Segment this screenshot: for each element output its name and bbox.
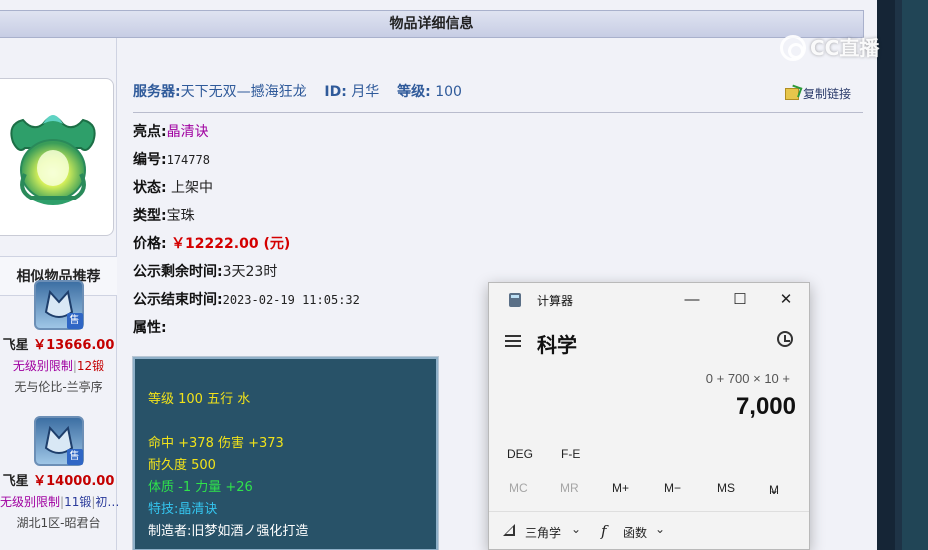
calculator-app-icon	[509, 293, 521, 307]
ms-button[interactable]: MS	[717, 481, 735, 495]
hamburger-menu-icon[interactable]	[505, 335, 521, 347]
history-icon[interactable]	[777, 331, 793, 347]
chevron-down-icon: ⌄	[769, 483, 780, 497]
minimize-button[interactable]: —	[677, 289, 707, 311]
angle-mode-row: DEG F-E	[489, 443, 809, 465]
id-value: 月华	[351, 84, 380, 100]
mc-button[interactable]: MC	[509, 481, 528, 495]
detail-row-price: 价格: ￥12222.00 (元)	[133, 236, 291, 252]
treasure-orb-icon	[10, 115, 96, 205]
server-line: 服务器:天下无双—撼海狂龙 ID: 月华 等级: 100 复制链接	[133, 81, 863, 113]
m-minus-button[interactable]: M−	[664, 481, 681, 495]
close-button[interactable]: ✕	[771, 289, 801, 311]
memory-row: MC MR M+ M− MS M ⌄	[509, 481, 780, 497]
level-value: 100	[435, 84, 462, 100]
page-title: 物品详细信息	[0, 10, 864, 38]
calculator-header: 科学	[489, 323, 809, 359]
attribute-panel: 等级 100 五行 水 命中 +378 伤害 +373 耐久度 500 体质 -…	[132, 356, 439, 550]
detail-row-number: 编号:174778	[133, 152, 210, 168]
calculator-result: 7,000	[735, 393, 796, 420]
id-label: ID:	[324, 84, 347, 100]
deg-button[interactable]: DEG	[507, 447, 533, 461]
item-thumbnail-icon[interactable]: 售	[33, 416, 84, 466]
detail-row-remaining: 公示剩余时间:3天23时	[133, 264, 278, 280]
calculator-window[interactable]: 计算器 — ☐ ✕ 科学 0 + 700 × 10 + 7,000 DEG F-…	[488, 282, 810, 550]
sale-badge: 售	[66, 449, 83, 465]
detail-rows: 亮点:晶清诀 编号:174778 状态: 上架中 类型:宝珠 价格: ￥1222…	[133, 122, 360, 346]
m-plus-button[interactable]: M+	[612, 481, 629, 495]
copy-link-button[interactable]: 复制链接	[784, 85, 851, 102]
recommend-limit: 无级别限制|12锻	[12, 359, 105, 373]
calculator-bottom-bar: 三角学 ⌄ f 函数 ⌄	[489, 511, 809, 549]
right-dark-panel	[877, 0, 928, 550]
server-value: 天下无双—撼海狂龙	[180, 84, 307, 100]
item-image	[0, 78, 114, 236]
calculator-titlebar[interactable]: 计算器 — ☐ ✕	[489, 283, 809, 317]
item-thumbnail-icon[interactable]: 售	[33, 280, 84, 330]
detail-row-type: 类型:宝珠	[133, 208, 195, 224]
watermark: CC直播	[780, 32, 898, 68]
mr-button[interactable]: MR	[560, 481, 579, 495]
recommend-item-2[interactable]: 售 飞星 ￥14000.00 无级别限制|11锻|初… 湖北1区-昭君台	[0, 416, 120, 531]
level-label: 等级:	[397, 84, 431, 100]
recommend-item-1[interactable]: 售 飞星 ￥13666.00 无级别限制|12锻 无与伦比-兰亭序	[0, 280, 117, 395]
recommend-price: 飞星 ￥14000.00	[2, 474, 115, 489]
cc-logo-icon	[780, 35, 806, 61]
attr-level: 等级 100 五行 水	[148, 392, 251, 407]
left-column: 相似物品推荐 售 飞星 ￥13666.00 无级别限制|12锻 无与伦比-兰亭序…	[0, 38, 120, 550]
chevron-down-icon: ⌄	[655, 522, 666, 536]
attr-durability: 耐久度 500	[148, 458, 216, 473]
server-label: 服务器:	[133, 84, 181, 100]
fe-button[interactable]: F-E	[561, 447, 580, 461]
detail-row-highlight: 亮点:晶清诀	[133, 124, 209, 140]
chevron-down-icon: ⌄	[571, 522, 582, 536]
function-dropdown[interactable]: 函数	[623, 524, 647, 541]
recommend-server[interactable]: 湖北1区-昭君台	[0, 514, 117, 531]
recommend-server[interactable]: 无与伦比-兰亭序	[0, 378, 117, 395]
function-icon: f	[601, 522, 607, 540]
calculator-mode: 科学	[537, 335, 577, 357]
attr-hit-damage: 命中 +378 伤害 +373	[148, 436, 284, 451]
recommend-price: 飞星 ￥13666.00	[2, 338, 115, 353]
copy-link-icon	[784, 88, 799, 100]
attr-stats: 体质 -1 力量 +26	[148, 480, 253, 495]
detail-row-end-time: 公示结束时间:2023-02-19 11:05:32	[133, 292, 360, 308]
calculator-title: 计算器	[537, 294, 574, 308]
attr-skill: 特技:晶清诀	[148, 502, 218, 517]
triangle-ruler-icon	[503, 524, 515, 536]
detail-row-status: 状态: 上架中	[133, 180, 214, 196]
calculator-expression: 0 + 700 × 10 +	[705, 371, 790, 386]
detail-row-attributes: 属性:	[133, 320, 167, 336]
attr-maker: 制造者:旧梦如酒ノ强化打造	[148, 524, 309, 539]
recommend-limit: 无级别限制|11锻|初…	[0, 495, 120, 509]
sale-badge: 售	[66, 313, 83, 329]
maximize-button[interactable]: ☐	[725, 289, 755, 311]
trig-dropdown[interactable]: 三角学	[525, 524, 561, 541]
